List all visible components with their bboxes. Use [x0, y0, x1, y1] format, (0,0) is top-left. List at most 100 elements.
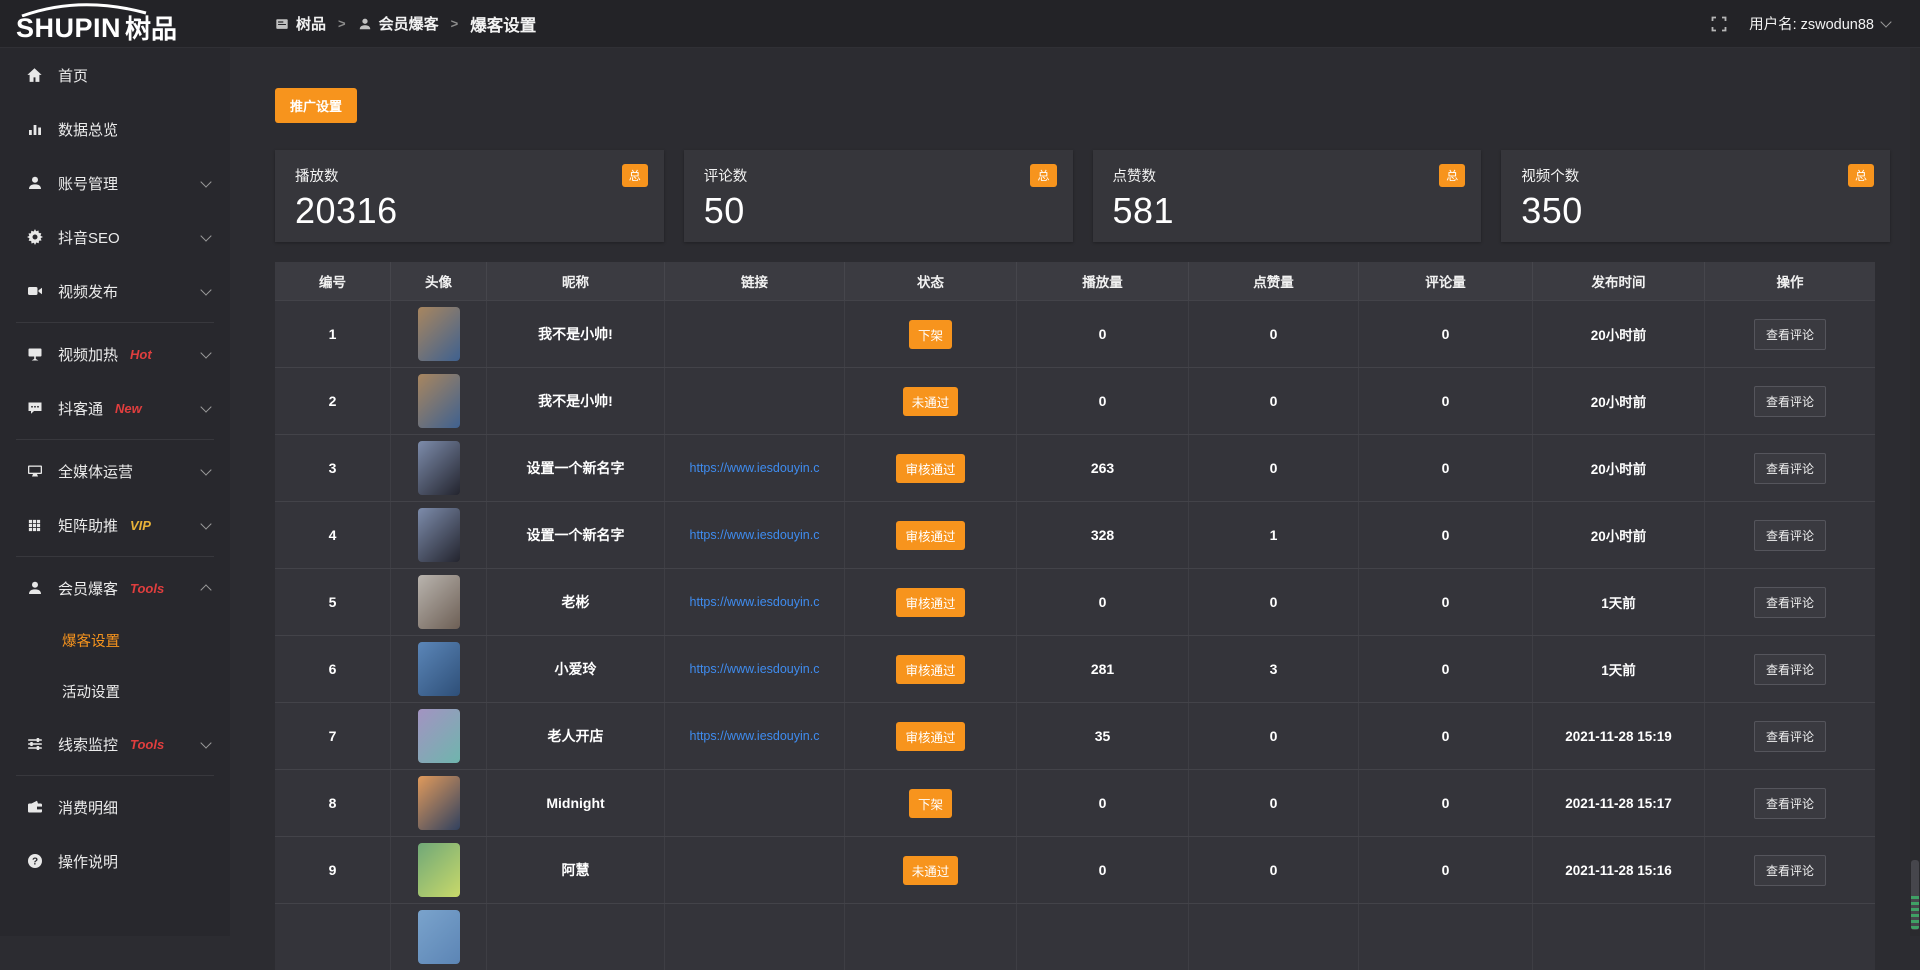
- camera-icon: [25, 283, 44, 299]
- cell-publish-time: 1天前: [1533, 636, 1705, 702]
- cell-action: 查看评论: [1705, 569, 1875, 635]
- sidebar-menu: 首页数据总览账号管理抖音SEO视频发布视频加热Hot抖客通New 全媒体运营矩阵助…: [0, 48, 230, 888]
- cell-avatar: [391, 502, 487, 568]
- stat-card: 播放数20316总: [275, 150, 664, 242]
- cell-action: 查看评论: [1705, 301, 1875, 367]
- cell-action: 查看评论: [1705, 502, 1875, 568]
- view-comments-button[interactable]: 查看评论: [1754, 721, 1826, 752]
- cell-link: [665, 301, 845, 367]
- table-body: 1我不是小帅!下架00020小时前查看评论2我不是小帅!未通过00020小时前查…: [275, 300, 1875, 970]
- cell-link[interactable]: https://www.iesdouyin.c: [665, 569, 845, 635]
- sidebar-item[interactable]: 会员爆客Tools: [0, 561, 230, 615]
- view-comments-button[interactable]: 查看评论: [1754, 587, 1826, 618]
- sidebar-item[interactable]: 消费明细: [0, 780, 230, 834]
- stat-label: 播放数: [295, 165, 644, 186]
- table-row: 8Midnight下架0002021-11-28 15:17查看评论: [275, 769, 1875, 836]
- cell-id: [275, 904, 391, 970]
- sidebar-item-label: 全媒体运营: [58, 461, 133, 482]
- sidebar-item[interactable]: 全媒体运营: [0, 444, 230, 498]
- sidebar-item[interactable]: 首页: [0, 48, 230, 102]
- view-comments-button[interactable]: 查看评论: [1754, 386, 1826, 417]
- column-header: 状态: [845, 262, 1017, 300]
- scrollbar-thumb[interactable]: [1911, 860, 1919, 930]
- cell-comments: [1359, 904, 1533, 970]
- sidebar-item[interactable]: 矩阵助推VIP: [0, 498, 230, 552]
- status-badge: 审核通过: [896, 655, 964, 684]
- cell-plays: 0: [1017, 368, 1189, 434]
- view-comments-button[interactable]: 查看评论: [1754, 654, 1826, 685]
- fullscreen-icon[interactable]: [1711, 16, 1727, 32]
- view-comments-button[interactable]: 查看评论: [1754, 788, 1826, 819]
- cell-nickname: Midnight: [487, 770, 665, 836]
- breadcrumb-separator: >: [338, 16, 346, 31]
- cell-id: 7: [275, 703, 391, 769]
- avatar: [418, 709, 460, 763]
- cell-likes: 0: [1189, 368, 1359, 434]
- scrollbar[interactable]: [1910, 48, 1920, 936]
- sidebar-item[interactable]: 视频加热Hot: [0, 327, 230, 381]
- sidebar-item[interactable]: ?操作说明: [0, 834, 230, 888]
- chevron-down-icon: [200, 284, 211, 295]
- main-content: 推广设置 播放数20316总评论数50总点赞数581总视频个数350总 编号头像…: [230, 48, 1920, 936]
- cell-plays: 328: [1017, 502, 1189, 568]
- cell-id: 8: [275, 770, 391, 836]
- cell-avatar: [391, 837, 487, 903]
- sidebar-item-tag: New: [115, 401, 142, 416]
- cell-link[interactable]: https://www.iesdouyin.c: [665, 703, 845, 769]
- view-comments-button[interactable]: 查看评论: [1754, 520, 1826, 551]
- cell-avatar: [391, 301, 487, 367]
- table-row: 5老彬https://www.iesdouyin.c审核通过0001天前查看评论: [275, 568, 1875, 635]
- cell-link[interactable]: https://www.iesdouyin.c: [665, 435, 845, 501]
- sidebar-item[interactable]: 数据总览: [0, 102, 230, 156]
- screen-icon: [25, 346, 44, 362]
- view-comments-button[interactable]: 查看评论: [1754, 855, 1826, 886]
- cell-plays: 0: [1017, 837, 1189, 903]
- sidebar-item-label: 首页: [58, 65, 88, 86]
- promo-settings-button[interactable]: 推广设置: [275, 88, 357, 123]
- breadcrumb-item[interactable]: 会员爆客: [358, 13, 439, 34]
- cell-action: 查看评论: [1705, 837, 1875, 903]
- view-comments-button[interactable]: 查看评论: [1754, 319, 1826, 350]
- sidebar-subitem[interactable]: 活动设置: [0, 666, 230, 717]
- sliders-icon: [25, 736, 44, 752]
- sidebar-item[interactable]: 抖音SEO: [0, 210, 230, 264]
- stat-card: 视频个数350总: [1501, 150, 1890, 242]
- sidebar-item[interactable]: 账号管理: [0, 156, 230, 210]
- cell-action: 查看评论: [1705, 368, 1875, 434]
- cell-link[interactable]: https://www.iesdouyin.c: [665, 636, 845, 702]
- cell-publish-time: 2021-11-28 15:19: [1533, 703, 1705, 769]
- cell-id: 1: [275, 301, 391, 367]
- cell-likes: 3: [1189, 636, 1359, 702]
- logo[interactable]: SHUPIN 树品: [0, 0, 230, 48]
- stat-total-badge: 总: [1848, 164, 1874, 187]
- sidebar-subitem[interactable]: 爆客设置: [0, 615, 230, 666]
- table-row: 1我不是小帅!下架00020小时前查看评论: [275, 300, 1875, 367]
- chevron-down-icon: [200, 464, 211, 475]
- avatar: [418, 307, 460, 361]
- sidebar-item-tag: Hot: [130, 347, 152, 362]
- logo-text-cn: 树品: [125, 16, 177, 48]
- cell-nickname: 阿慧: [487, 837, 665, 903]
- cell-plays: 0: [1017, 770, 1189, 836]
- status-badge: 未通过: [903, 387, 959, 416]
- sidebar-divider: [16, 556, 214, 557]
- cell-plays: 35: [1017, 703, 1189, 769]
- cell-link[interactable]: https://www.iesdouyin.c: [665, 502, 845, 568]
- sidebar-item[interactable]: 线索监控Tools: [0, 717, 230, 771]
- panel-icon: [275, 17, 289, 31]
- username[interactable]: 用户名: zswodun88: [1749, 13, 1890, 34]
- status-badge: 下架: [909, 320, 952, 349]
- sidebar-item-label: 线索监控: [58, 734, 118, 755]
- breadcrumb-item[interactable]: 爆客设置: [470, 12, 536, 36]
- sidebar-item[interactable]: 视频发布: [0, 264, 230, 318]
- cell-avatar: [391, 368, 487, 434]
- chart-icon: [25, 121, 44, 137]
- cell-link: [665, 368, 845, 434]
- cell-comments: 0: [1359, 636, 1533, 702]
- cell-nickname: 我不是小帅!: [487, 368, 665, 434]
- topbar-right: 用户名: zswodun88: [1711, 13, 1920, 34]
- cell-status: 审核通过: [845, 502, 1017, 568]
- sidebar-item[interactable]: 抖客通New: [0, 381, 230, 435]
- view-comments-button[interactable]: 查看评论: [1754, 453, 1826, 484]
- breadcrumb-item[interactable]: 树品: [275, 13, 326, 34]
